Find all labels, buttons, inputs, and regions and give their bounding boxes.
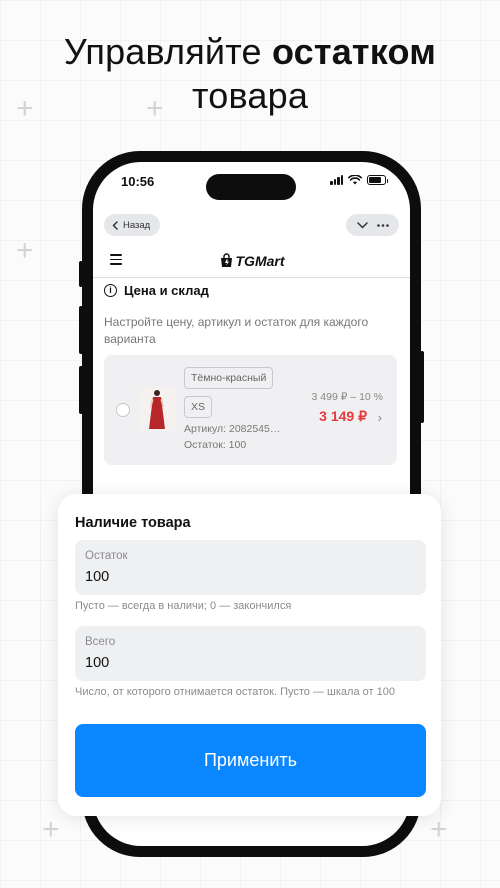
product-thumbnail xyxy=(139,387,175,431)
logo-text: TGMart xyxy=(235,253,285,269)
decor-plus: + xyxy=(430,813,448,846)
back-label: Назад xyxy=(123,219,151,231)
stock-modal: Наличие товара Остаток 100 Пусто — всегд… xyxy=(58,494,441,816)
variant-card[interactable]: Тёмно-красный XS Артикул: 2082545… Остат… xyxy=(104,355,397,465)
total-field[interactable]: Всего 100 xyxy=(75,626,426,681)
signal-icon xyxy=(330,175,343,185)
wifi-icon xyxy=(348,175,362,185)
info-icon: i xyxy=(104,284,117,297)
battery-icon xyxy=(367,175,388,185)
chevron-down-icon[interactable] xyxy=(356,221,368,229)
stock-field-value[interactable]: 100 xyxy=(85,569,109,585)
headline-emphasis: остатком xyxy=(271,31,437,72)
status-time: 10:56 xyxy=(121,174,155,189)
variant-stock: Остаток: 100 xyxy=(184,439,247,451)
app-header: TGMart xyxy=(93,242,410,278)
telegram-bar: Назад xyxy=(104,214,399,236)
headline-text: Управляйте xyxy=(63,31,272,72)
size-chip[interactable]: XS xyxy=(184,396,213,418)
modal-title: Наличие товара xyxy=(75,515,191,531)
total-field-hint: Число, от которого отнимается остаток. П… xyxy=(75,686,395,698)
promo-headline: Управляйте остатком товара xyxy=(0,30,500,118)
chevron-left-icon xyxy=(112,220,118,230)
shopping-bag-icon xyxy=(220,253,232,267)
apply-button[interactable]: Применить xyxy=(75,724,426,797)
phone-button xyxy=(79,306,83,354)
section-description: Настройте цену, артикул и остаток для ка… xyxy=(104,315,369,346)
phone-button xyxy=(79,366,83,414)
headline-text-line2: товара xyxy=(191,75,309,116)
chevron-right-icon[interactable]: › xyxy=(378,410,382,425)
dynamic-island xyxy=(206,174,296,200)
stock-field-label: Остаток xyxy=(85,550,128,562)
total-field-value[interactable]: 100 xyxy=(85,655,109,671)
phone-button xyxy=(420,351,424,423)
color-chip[interactable]: Тёмно-красный xyxy=(184,367,274,389)
status-icons xyxy=(330,175,388,185)
variant-sku: Артикул: 2082545… xyxy=(184,423,281,435)
back-button[interactable]: Назад xyxy=(104,214,161,236)
decor-plus: + xyxy=(16,234,34,267)
more-icon[interactable] xyxy=(376,223,389,227)
phone-button xyxy=(79,261,83,287)
total-field-label: Всего xyxy=(85,636,116,648)
variant-radio[interactable] xyxy=(116,403,130,417)
section-title-text: Цена и склад xyxy=(124,283,209,298)
old-price: 3 499 ₽ – 10 % xyxy=(311,391,383,403)
decor-plus: + xyxy=(42,813,60,846)
menu-pill[interactable] xyxy=(346,214,399,236)
stock-field-hint: Пусто — всегда в наличи; 0 — закончился xyxy=(75,600,292,612)
new-price: 3 149 ₽ xyxy=(319,408,367,424)
section-title: i Цена и склад xyxy=(104,283,209,298)
stock-field[interactable]: Остаток 100 xyxy=(75,540,426,595)
app-logo: TGMart xyxy=(93,253,410,269)
